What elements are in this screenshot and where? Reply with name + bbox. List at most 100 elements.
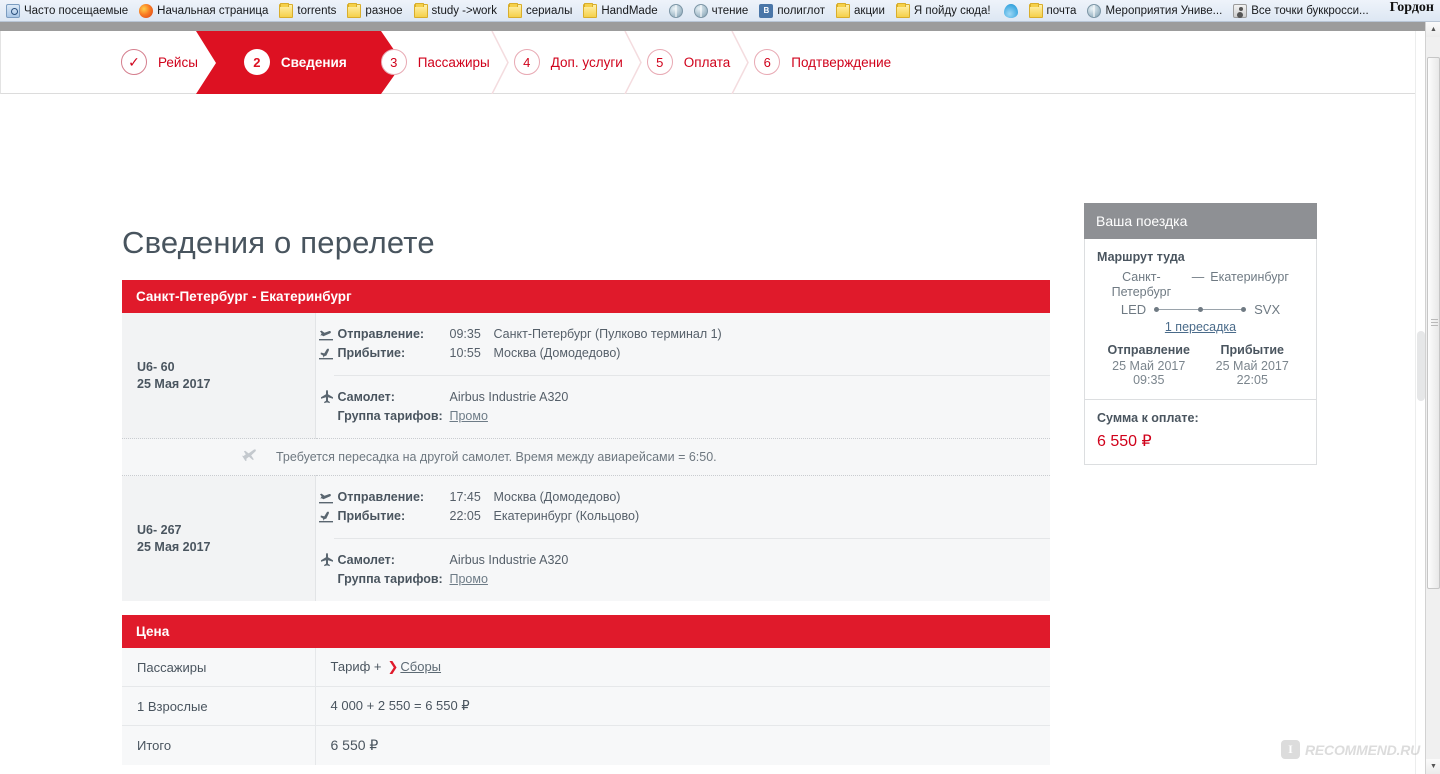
transfer-note-inner: Требуется пересадка на другой самолет. В… <box>122 448 1050 466</box>
route-dot-origin <box>1154 307 1160 312</box>
folder-icon <box>279 2 294 18</box>
segment-2-flight-cell: U6- 267 25 Мая 2017 <box>122 475 316 601</box>
step-number-badge: 3 <box>380 49 407 75</box>
step-4[interactable]: 4 Доп. услуги <box>513 31 647 94</box>
bookmark-label: разное <box>365 4 403 17</box>
watermark-text: RECOMMEND.RU <box>1305 741 1421 758</box>
sidebar-departure-block: Отправление 25 Май 2017 09:35 <box>1097 343 1201 387</box>
step-2[interactable]: 2 Сведения <box>195 31 403 94</box>
segment-2-fare-group-link[interactable]: Промо <box>450 570 488 589</box>
globe-icon <box>668 3 683 18</box>
transfer-note-cell: Требуется пересадка на другой самолет. В… <box>122 438 1050 476</box>
step-label: Доп. услуги <box>550 54 623 70</box>
sidebar-departure-date: 25 Май 2017 <box>1112 359 1186 373</box>
segment-2-times-block: Отправление: 17:45 Москва (Домодедово) П… <box>316 476 1051 538</box>
flight-details-card: Санкт-Петербург - Екатеринбург U6- 60 25… <box>122 280 1050 601</box>
browser-profile-label[interactable]: Гордон <box>1390 0 1434 16</box>
sidebar-route-title: Маршрут туда <box>1097 250 1185 264</box>
bookmark-label: Я пойду сюда! <box>913 4 991 17</box>
sidebar-transfers-link[interactable]: 1 пересадка <box>1097 320 1304 334</box>
sidebar-arrival-label: Прибытие <box>1220 343 1284 357</box>
bookmark-label: полиглот <box>777 4 826 17</box>
browser-scrollbar[interactable]: ▲ ▼ <box>1425 22 1440 774</box>
transfer-note-row: Требуется пересадка на другой самолет. В… <box>122 438 1050 476</box>
bookmark-item[interactable]: Bполиглот <box>759 3 826 18</box>
bookmark-item[interactable]: почта <box>1028 2 1076 18</box>
scrollbar-grip-icon <box>1431 319 1438 327</box>
most-visited-icon <box>6 3 20 18</box>
sidebar-from-city: Санкт-Петербург <box>1111 270 1172 299</box>
folder-icon <box>413 2 428 18</box>
bookmark-item[interactable]: torrents <box>279 2 336 18</box>
segment-1-fare-row: Группа тарифов: Промо <box>316 407 1051 426</box>
sidebar-departure-time: 09:35 <box>1133 373 1165 387</box>
segment-1-aircraft-row: Самолет: Airbus Industrie A320 <box>316 388 1051 407</box>
sidebar-route-panel: Маршрут туда Санкт-Петербург — Екатеринб… <box>1084 239 1317 400</box>
step-6[interactable]: 6 Подтверждение <box>754 31 915 94</box>
segment-1-fare-group-link[interactable]: Промо <box>450 407 488 426</box>
segment-1-details-cell: Отправление: 09:35 Санкт-Петербург (Пулк… <box>315 313 1050 439</box>
page-inner-scrollbar[interactable] <box>1415 31 1425 774</box>
price-total-row: Итого 6 550 ₽ <box>122 725 1050 765</box>
segment-2-details-cell: Отправление: 17:45 Москва (Домодедово) П… <box>315 475 1051 601</box>
bookmark-label: study ->work <box>431 4 498 17</box>
airplane-icon <box>316 553 338 568</box>
sidebar-route-cities: Санкт-Петербург — Екатеринбург <box>1097 270 1304 300</box>
segment-1-arrival-row: Прибытие: 10:55 Москва (Домодедово) <box>316 344 1051 363</box>
arrival-label: Прибытие: <box>337 346 406 360</box>
segment-2-arrival-row: Прибытие: 22:05 Екатеринбург (Кольцово) <box>316 507 1051 526</box>
bookmark-item[interactable]: сериалы <box>508 2 572 18</box>
bookmark-item[interactable]: Мероприятия Униве... <box>1087 3 1222 18</box>
step-3[interactable]: 3 Пассажиры <box>380 31 514 94</box>
bookmark-item[interactable]: Начальная страница <box>139 3 268 18</box>
bookmark-item[interactable] <box>1002 3 1018 18</box>
browser-chrome-strip <box>0 22 1440 31</box>
browser-scrollbar-thumb[interactable] <box>1427 57 1440 589</box>
bookmark-item[interactable]: Я пойду сюда! <box>895 2 991 18</box>
globe-icon <box>693 3 708 18</box>
aircraft-label: Самолет: <box>337 390 395 404</box>
bookmark-item[interactable]: study ->work <box>413 2 498 18</box>
step-5[interactable]: 5 Оплата <box>646 31 754 94</box>
bookmark-item[interactable] <box>668 3 683 18</box>
watermark-badge: I <box>1281 740 1300 759</box>
page-inner-scrollbar-thumb[interactable] <box>1417 331 1425 401</box>
checkout-step-bar: ✓ Рейсы 2 Сведения 3 Пассажиры 4 Доп. услуги 5 Оп… <box>0 31 1426 94</box>
scroll-up-arrow-icon[interactable]: ▲ <box>1426 22 1440 37</box>
scroll-down-arrow-icon[interactable]: ▼ <box>1426 759 1440 774</box>
step-number-badge: 4 <box>513 49 540 75</box>
segment-1-arrival-time: 10:55 <box>449 346 481 360</box>
fare-prefix-label: Тариф + <box>330 659 382 674</box>
plane-horizontal-icon <box>242 448 262 466</box>
sidebar-to-code: SVX <box>1254 302 1281 317</box>
segment-1-arrival-place: Москва (Домодедово) <box>493 346 621 360</box>
irecommend-watermark: I RECOMMEND.RU <box>1281 740 1420 759</box>
segment-1-times-block: Отправление: 09:35 Санкт-Петербург (Пулк… <box>316 313 1051 375</box>
bookmark-item[interactable]: чтение <box>693 3 749 18</box>
step-label: Рейсы <box>158 54 198 70</box>
step-number-badge: 6 <box>754 49 781 75</box>
flight-card-header: Санкт-Петербург - Екатеринбург <box>122 280 1050 313</box>
firefox-icon <box>139 3 154 18</box>
segment-2-flight-number: U6- 267 <box>137 522 182 537</box>
segment-2-aircraft-row: Самолет: Airbus Industrie A320 <box>316 551 1051 570</box>
bookmark-label: Все точки буккросси... <box>1251 4 1369 17</box>
segment-1-aircraft-block: Самолет: Airbus Industrie A320 Группа та… <box>316 376 1051 438</box>
bookmark-item[interactable]: Все точки буккросси... <box>1233 3 1369 18</box>
departure-label: Отправление: <box>337 327 425 341</box>
aircraft-label: Самолет: <box>337 553 395 567</box>
bookmark-item[interactable]: Часто посещаемые <box>6 3 128 18</box>
fees-link[interactable]: Сборы <box>400 659 441 674</box>
segment-2-aircraft: Airbus Industrie A320 <box>449 553 569 567</box>
bookmark-item[interactable]: акции <box>836 2 885 18</box>
landing-icon <box>316 347 338 361</box>
bookmark-label: чтение <box>711 4 749 17</box>
bookmark-item[interactable]: HandMade <box>583 2 658 18</box>
bookmark-item[interactable]: разное <box>347 2 403 18</box>
sidebar-arrival-time: 22:05 <box>1236 373 1268 387</box>
page-title: Сведения о перелете <box>122 224 435 260</box>
check-circle-icon: ✓ <box>121 49 147 75</box>
person-icon <box>1233 3 1248 18</box>
segment-1-date: 25 Мая 2017 <box>137 376 211 391</box>
price-col-fare: Тариф + ❯ Сборы <box>315 648 1050 687</box>
